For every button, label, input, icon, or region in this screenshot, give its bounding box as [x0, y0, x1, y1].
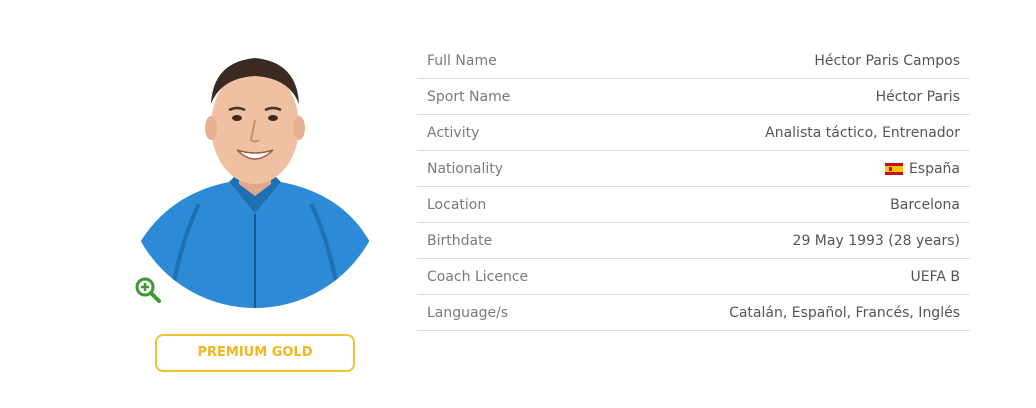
full-name-label: Full Name [427, 52, 497, 69]
sport-name-label: Sport Name [427, 88, 511, 105]
row-full-name: Full Name Héctor Paris Campos [417, 43, 970, 79]
row-languages: Language/s Catalán, Español, Francés, In… [417, 295, 970, 331]
row-sport-name: Sport Name Héctor Paris [417, 79, 970, 115]
activity-label: Activity [427, 124, 480, 141]
birthdate-label: Birthdate [427, 232, 493, 249]
spain-flag-icon [884, 162, 903, 175]
premium-gold-badge[interactable]: PREMIUM GOLD [155, 334, 355, 372]
nationality-label: Nationality [427, 160, 504, 177]
coach-licence-value: UEFA B [910, 268, 961, 285]
row-birthdate: Birthdate 29 May 1993 (28 years) [417, 223, 970, 259]
full-name-value: Héctor Paris Campos [814, 52, 960, 69]
zoom-in-icon[interactable] [134, 276, 162, 304]
nationality-value: España [908, 160, 960, 177]
row-coach-licence: Coach Licence UEFA B [417, 259, 970, 295]
nationality-value-wrap: España [884, 160, 960, 177]
player-portrait-icon [139, 46, 371, 308]
row-activity: Activity Analista táctico, Entrenador [417, 115, 970, 151]
row-nationality: Nationality España [417, 151, 970, 187]
profile-details-table: Full Name Héctor Paris Campos Sport Name… [417, 43, 970, 331]
profile-photo[interactable] [139, 44, 371, 310]
sport-name-value: Héctor Paris [875, 88, 960, 105]
birthdate-value: 29 May 1993 (28 years) [792, 232, 960, 249]
activity-value: Analista táctico, Entrenador [765, 124, 960, 141]
languages-value: Catalán, Español, Francés, Inglés [729, 304, 960, 321]
row-location: Location Barcelona [417, 187, 970, 223]
location-value: Barcelona [890, 196, 960, 213]
coach-licence-label: Coach Licence [427, 268, 529, 285]
languages-label: Language/s [427, 304, 509, 321]
location-label: Location [427, 196, 487, 213]
